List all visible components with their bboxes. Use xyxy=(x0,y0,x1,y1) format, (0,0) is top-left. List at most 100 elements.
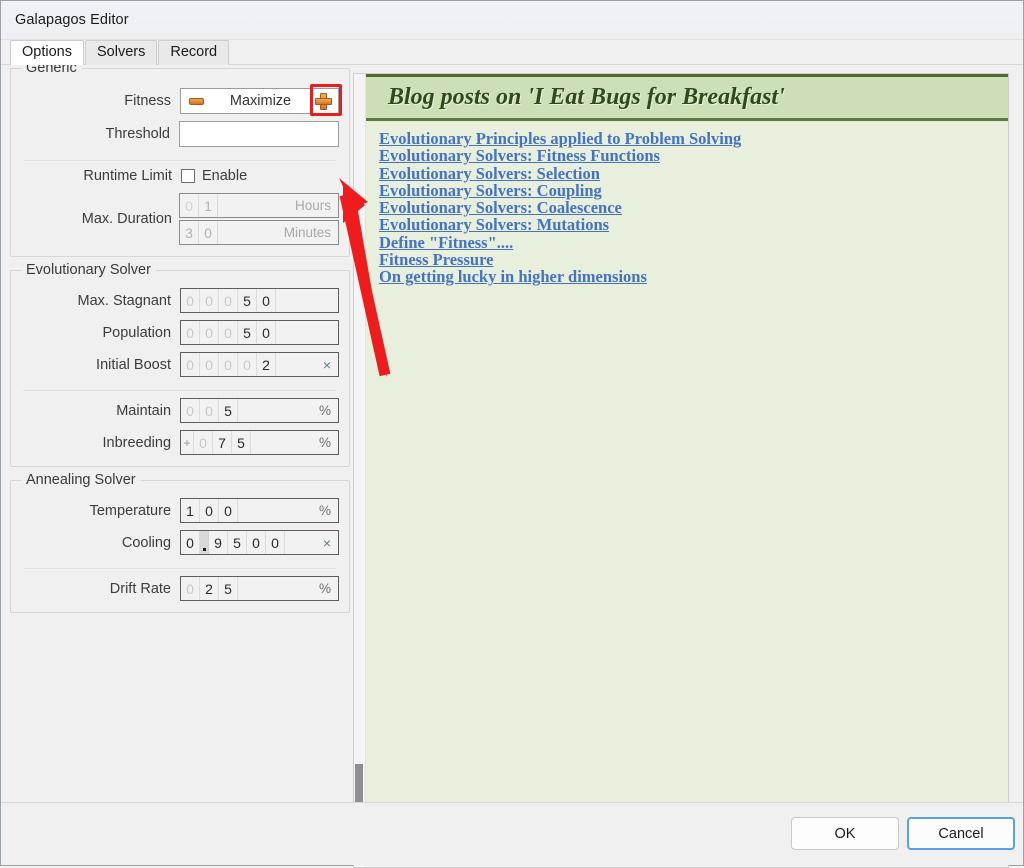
blog-link[interactable]: Evolutionary Solvers: Coupling xyxy=(379,182,602,200)
evolutionary-solver-group-title: Evolutionary Solver xyxy=(22,262,156,279)
spinner-sign-cell[interactable]: + xyxy=(181,431,195,454)
spinner-digit-cell[interactable]: 5 xyxy=(238,321,258,344)
evolutionary-solver-group: Evolutionary Solver Max. Stagnant 0 0 0 5 0 Po… xyxy=(10,262,350,467)
evolutionary-field-row: Initial Boost 0 0 0 0 2 × xyxy=(21,352,339,377)
spinner-digit-cell[interactable]: 0 xyxy=(200,353,220,376)
spinner-digit-cell[interactable]: 0 xyxy=(257,321,277,344)
fitness-value: Maximize xyxy=(229,93,292,109)
blog-link[interactable]: Evolutionary Principles applied to Probl… xyxy=(379,130,741,148)
spinner-digit-cell[interactable]: 7 xyxy=(213,431,233,454)
spinner-digit-cell[interactable]: 0 xyxy=(180,194,199,217)
spinner-digit-cell[interactable]: 5 xyxy=(219,399,239,422)
spinner-digit-cell[interactable]: 0 xyxy=(219,289,239,312)
evolutionary-field-spinner[interactable]: +0 7 5% xyxy=(180,430,339,455)
spinner-digit-cell[interactable]: 0 xyxy=(199,221,218,244)
tab-record[interactable]: Record xyxy=(158,40,230,65)
threshold-input[interactable] xyxy=(179,121,339,147)
spinner-digit-cell[interactable]: 0 xyxy=(181,353,201,376)
spinner-unit-label xyxy=(276,321,338,344)
spinner-digit-cell[interactable]: 0 xyxy=(238,353,258,376)
annealing-field-spinner[interactable]: 1 0 0% xyxy=(180,498,339,523)
spinner-digit-cell[interactable]: 0 xyxy=(181,577,201,600)
runtime-limit-checkbox-label: Enable xyxy=(202,168,248,184)
blog-link[interactable]: Fitness Pressure xyxy=(379,251,493,269)
spinner-digit-cell[interactable]: 5 xyxy=(228,531,248,554)
spinner-digit-cell[interactable]: 0 xyxy=(257,289,277,312)
spinner-digit-cell[interactable]: 0 xyxy=(200,399,220,422)
evolutionary-field-spinner[interactable]: 00050 xyxy=(180,320,339,345)
max-duration-label: Max. Duration xyxy=(81,211,172,227)
annealing-solver-group: Annealing Solver Temperature 1 0 0% Cooling 0… xyxy=(10,472,350,613)
evolutionary-field-row: Population 0 0 0 5 0 xyxy=(21,320,339,345)
annealing-field-row: Temperature 1 0 0% xyxy=(21,498,339,523)
annealing-solver-group-title: Annealing Solver xyxy=(22,472,141,489)
runtime-limit-checkbox[interactable]: Enable xyxy=(181,168,247,184)
plus-icon[interactable] xyxy=(308,89,338,113)
evolutionary-field-spinner[interactable]: 0 0 5% xyxy=(180,398,339,423)
evolutionary-field-label: Max. Stagnant xyxy=(77,292,172,309)
runtime-limit-label: Runtime Limit xyxy=(83,168,172,184)
max-duration-hours-spinner[interactable]: 0 1 Hours xyxy=(179,193,339,218)
spinner-digit-cell[interactable]: 0 xyxy=(200,289,220,312)
spinner-digit-cell[interactable]: 0 xyxy=(181,321,201,344)
blog-link[interactable]: Define "Fitness".... xyxy=(379,233,513,251)
spinner-digit-cell[interactable]: 1 xyxy=(181,499,201,522)
tab-solvers[interactable]: Solvers xyxy=(84,40,158,65)
galapagos-editor-window: Galapagos Editor Options Solvers Record … xyxy=(0,0,1024,868)
spinner-digit-cell[interactable]: 0 xyxy=(181,399,201,422)
tab-solvers-label: Solvers xyxy=(96,44,146,60)
spinner-digit-cell[interactable]: 0 xyxy=(200,321,220,344)
spinner-digit-cell[interactable]: 5 xyxy=(219,577,239,600)
spinner-digit-cell[interactable]: 3 xyxy=(180,221,199,244)
blog-link-list: Evolutionary Principles applied to Probl… xyxy=(366,121,1008,854)
evolutionary-field-label: Initial Boost xyxy=(96,356,172,373)
ok-button[interactable]: OK xyxy=(791,817,899,850)
cancel-button[interactable]: Cancel xyxy=(907,817,1015,850)
spinner-digit-cell[interactable]: 5 xyxy=(238,289,258,312)
dialog-content: Generic Fitness Maximize Threshold Runti… xyxy=(1,60,1023,868)
blog-link[interactable]: Evolutionary Solvers: Mutations xyxy=(379,216,609,234)
spinner-digit-cell[interactable]: 2 xyxy=(200,577,220,600)
blog-link[interactable]: On getting lucky in higher dimensions xyxy=(379,268,647,286)
annealing-field-spinner[interactable]: 0 2 5% xyxy=(180,576,339,601)
spinner-digit-cell[interactable]: 5 xyxy=(232,431,252,454)
spinner-decimal-cell[interactable] xyxy=(200,531,210,554)
spinner-digit-cell[interactable]: 0 xyxy=(219,499,239,522)
minus-icon[interactable] xyxy=(181,97,211,105)
spinner-digit-cell[interactable]: 0 xyxy=(181,531,201,554)
spinner-digit-cell[interactable]: 0 xyxy=(247,531,267,554)
annealing-field-label: Temperature xyxy=(89,502,172,519)
blog-title: Blog posts on 'I Eat Bugs for Breakfast' xyxy=(388,84,785,110)
spinner-digit-cell[interactable]: 0 xyxy=(200,499,220,522)
dialog-footer: OK Cancel xyxy=(1,802,1023,865)
max-duration-minutes-spinner[interactable]: 3 0 Minutes xyxy=(179,220,339,245)
spinner-digit-cell[interactable]: 9 xyxy=(209,531,229,554)
options-column: Generic Fitness Maximize Threshold Runti… xyxy=(10,60,350,626)
evolutionary-field-label: Population xyxy=(102,324,172,341)
blog-link[interactable]: Evolutionary Solvers: Fitness Functions xyxy=(379,147,660,165)
annealing-field-spinner[interactable]: 0 9 5 0 0 × xyxy=(180,530,339,555)
spinner-digit-cell[interactable]: 0 xyxy=(266,531,286,554)
evolutionary-field-spinner[interactable]: 0 0 0 0 2 × xyxy=(180,352,339,377)
spinner-digit-cell[interactable]: 0 xyxy=(219,321,239,344)
spinner-digit-cell[interactable]: 1 xyxy=(199,194,218,217)
checkbox-icon[interactable] xyxy=(181,169,195,183)
blog-link[interactable]: Evolutionary Solvers: Selection xyxy=(379,164,600,182)
annealing-field-label: Cooling xyxy=(121,534,172,551)
fitness-selector[interactable]: Maximize xyxy=(180,84,342,116)
generic-group: Generic Fitness Maximize Threshold Runti… xyxy=(10,60,350,257)
spinner-unit-label: Hours xyxy=(218,194,338,217)
evolutionary-field-row: Max. Stagnant 0 0 0 5 0 xyxy=(21,288,339,313)
spinner-digit-cell[interactable]: 2 xyxy=(257,353,277,376)
evolutionary-field-row: Inbreeding +0 7 5% xyxy=(21,430,339,455)
blog-link[interactable]: Evolutionary Solvers: Coalescence xyxy=(379,199,622,217)
spinner-digit-cell[interactable]: 0 xyxy=(194,431,214,454)
tab-options[interactable]: Options xyxy=(10,40,84,65)
spinner-unit-label: % xyxy=(238,499,338,522)
fitness-row: Fitness Maximize xyxy=(21,84,342,116)
evolutionary-field-spinner[interactable]: 00050 xyxy=(180,288,339,313)
generic-divider xyxy=(23,160,337,161)
spinner-digit-cell[interactable]: 0 xyxy=(219,353,239,376)
panel-vertical-scrollbar[interactable] xyxy=(354,74,366,867)
spinner-digit-cell[interactable]: 0 xyxy=(181,289,201,312)
